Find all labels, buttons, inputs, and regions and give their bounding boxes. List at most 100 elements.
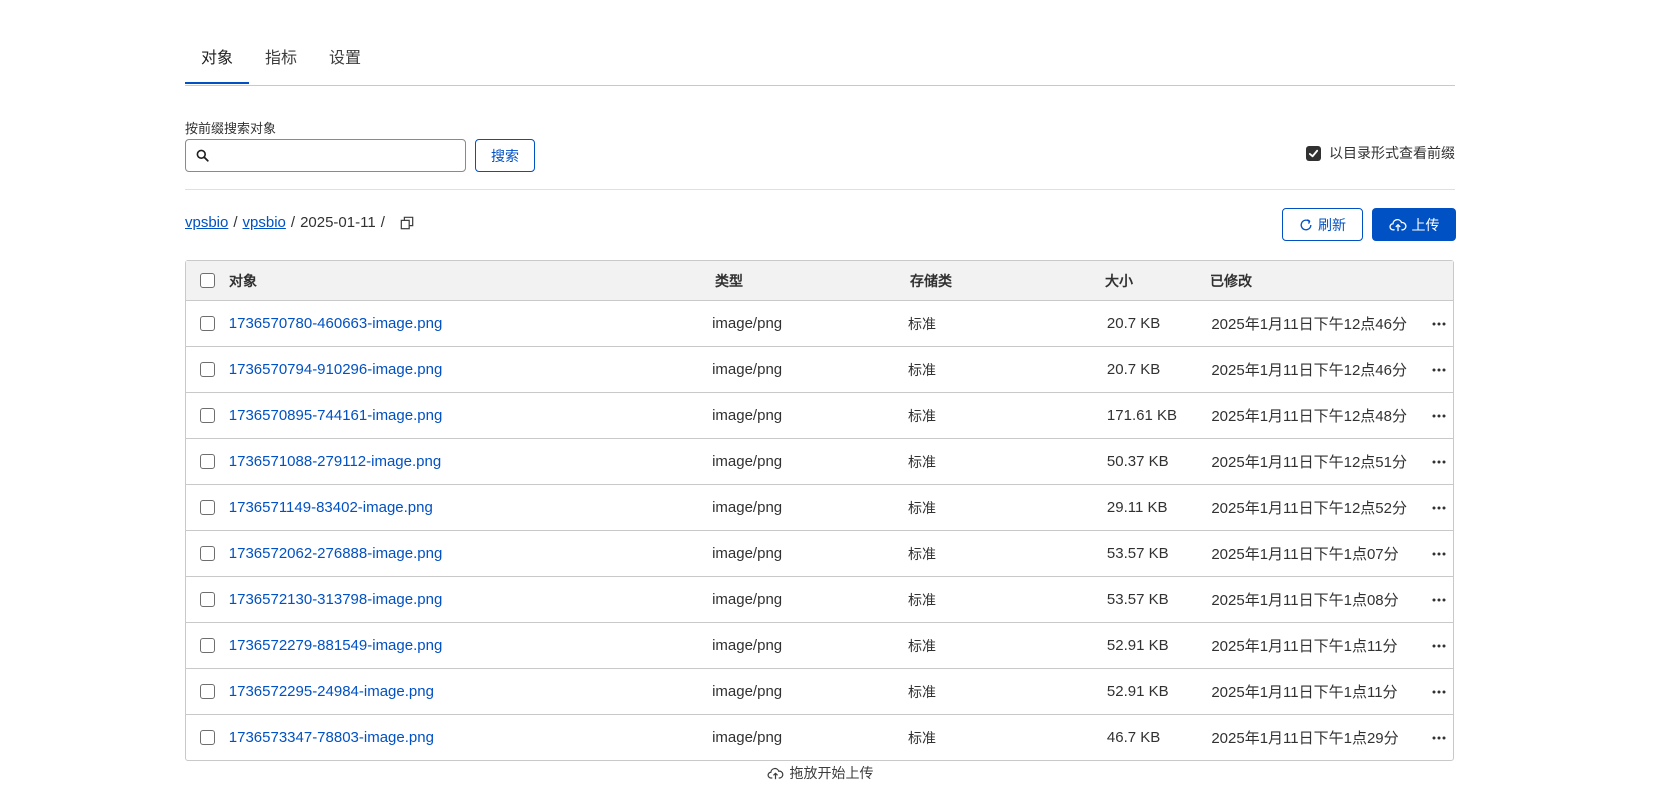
row-actions-menu[interactable] <box>1425 414 1453 418</box>
object-type: image/png <box>712 683 783 700</box>
more-horizontal-icon <box>1432 414 1446 417</box>
row-actions-menu[interactable] <box>1425 460 1453 464</box>
table-row: 1736572062-276888-image.png image/png 标准 53… <box>186 531 1453 577</box>
object-size: 53.57 KB <box>1106 545 1169 562</box>
row-checkbox[interactable] <box>199 730 215 745</box>
row-actions-menu[interactable] <box>1425 644 1453 648</box>
header-storage-class[interactable]: 存储类 <box>910 271 1105 291</box>
object-storage-class: 标准 <box>908 315 936 332</box>
tab-settings[interactable]: 设置 <box>313 44 377 84</box>
header-type[interactable]: 类型 <box>715 271 910 291</box>
row-actions-menu[interactable] <box>1425 322 1453 326</box>
object-size: 52.91 KB <box>1106 637 1169 654</box>
table-row: 1736570794-910296-image.png image/png 标准 20… <box>186 347 1453 393</box>
directory-view-checkbox[interactable] <box>1306 145 1321 161</box>
object-name-link[interactable]: 1736570780-460663-image.png <box>229 315 443 332</box>
cloud-upload-icon <box>1388 218 1406 231</box>
search-input[interactable] <box>213 140 465 171</box>
object-storage-class: 标准 <box>908 545 936 562</box>
tab-metrics[interactable]: 指标 <box>249 44 313 84</box>
header-size[interactable]: 大小 <box>1105 271 1210 291</box>
table-row: 1736570780-460663-image.png image/png 标准 20… <box>186 301 1453 347</box>
more-horizontal-icon <box>1432 322 1446 325</box>
object-name-link[interactable]: 1736573347-78803-image.png <box>229 729 434 746</box>
drop-zone-label: 拖放开始上传 <box>789 765 874 781</box>
row-checkbox[interactable] <box>199 316 215 331</box>
tab-bar: 对象 指标 设置 <box>185 44 1455 86</box>
objects-table: 对象 类型 存储类 大小 已修改 1736570780-460663-image… <box>185 260 1454 761</box>
row-actions-menu[interactable] <box>1425 736 1453 740</box>
tab-objects[interactable]: 对象 <box>185 44 250 84</box>
object-name-link[interactable]: 1736572279-881549-image.png <box>229 637 443 654</box>
object-modified: 2025年1月11日下午12点51分 <box>1211 454 1407 471</box>
breadcrumb-folder[interactable]: vpsbio <box>243 214 286 231</box>
object-size: 50.37 KB <box>1106 453 1169 470</box>
header-object[interactable]: 对象 <box>229 271 715 291</box>
breadcrumb-separator: / <box>290 214 296 231</box>
row-checkbox[interactable] <box>199 546 215 561</box>
drop-zone[interactable]: 拖放开始上传 <box>185 763 1455 783</box>
directory-view-toggle[interactable]: 以目录形式查看前缀 <box>1306 143 1455 163</box>
upload-button[interactable]: 上传 <box>1372 208 1456 241</box>
table-header: 对象 类型 存储类 大小 已修改 <box>186 261 1453 301</box>
row-actions-menu[interactable] <box>1425 506 1453 510</box>
object-type: image/png <box>712 545 783 562</box>
object-name-link[interactable]: 1736572295-24984-image.png <box>229 683 434 700</box>
table-body: 1736570780-460663-image.png image/png 标准 20… <box>186 301 1453 760</box>
breadcrumb: vpsbio / vpsbio / 2025-01-11 / <box>185 214 414 231</box>
row-checkbox[interactable] <box>199 684 215 699</box>
row-actions-menu[interactable] <box>1425 598 1453 602</box>
object-storage-class: 标准 <box>908 499 936 516</box>
copy-path-icon[interactable] <box>400 216 414 230</box>
object-name-link[interactable]: 1736570794-910296-image.png <box>229 361 443 378</box>
object-modified: 2025年1月11日下午1点29分 <box>1211 730 1399 747</box>
object-modified: 2025年1月11日下午12点48分 <box>1211 408 1407 425</box>
row-checkbox[interactable] <box>199 362 215 377</box>
cloud-upload-icon <box>767 767 783 779</box>
section-divider <box>185 189 1455 190</box>
object-name-link[interactable]: 1736572130-313798-image.png <box>229 591 443 608</box>
object-type: image/png <box>712 407 783 424</box>
row-checkbox[interactable] <box>199 408 215 423</box>
object-size: 20.7 KB <box>1106 315 1161 332</box>
object-modified: 2025年1月11日下午12点46分 <box>1211 362 1407 379</box>
object-name-link[interactable]: 1736571149-83402-image.png <box>229 499 433 516</box>
object-storage-class: 标准 <box>908 683 936 700</box>
directory-view-label: 以目录形式查看前缀 <box>1329 145 1455 161</box>
object-size: 29.11 KB <box>1106 499 1168 516</box>
object-storage-class: 标准 <box>908 361 936 378</box>
object-name-link[interactable]: 1736570895-744161-image.png <box>229 407 443 424</box>
table-row: 1736573347-78803-image.png image/png 标准 46.… <box>186 715 1453 760</box>
object-size: 46.7 KB <box>1106 729 1161 746</box>
row-checkbox[interactable] <box>199 500 215 515</box>
object-type: image/png <box>712 499 783 516</box>
more-horizontal-icon <box>1432 368 1446 371</box>
row-actions-menu[interactable] <box>1425 368 1453 372</box>
object-size: 171.61 KB <box>1106 407 1177 424</box>
refresh-button[interactable]: 刷新 <box>1282 208 1363 241</box>
row-checkbox[interactable] <box>199 592 215 607</box>
header-modified[interactable]: 已修改 <box>1210 271 1425 291</box>
object-size: 53.57 KB <box>1106 591 1169 608</box>
row-actions-menu[interactable] <box>1425 690 1453 694</box>
object-name-link[interactable]: 1736571088-279112-image.png <box>229 453 441 470</box>
row-checkbox[interactable] <box>199 454 215 469</box>
more-horizontal-icon <box>1432 460 1446 463</box>
object-name-link[interactable]: 1736572062-276888-image.png <box>229 545 443 562</box>
breadcrumb-bucket[interactable]: vpsbio <box>185 214 228 231</box>
object-size: 20.7 KB <box>1106 361 1161 378</box>
table-row: 1736572295-24984-image.png image/png 标准 52.… <box>186 669 1453 715</box>
row-actions-menu[interactable] <box>1425 552 1453 556</box>
object-storage-class: 标准 <box>908 407 936 424</box>
breadcrumb-separator: / <box>233 214 238 231</box>
search-field[interactable] <box>185 139 466 172</box>
select-all-checkbox[interactable] <box>200 273 215 288</box>
object-storage-class: 标准 <box>908 453 936 470</box>
table-row: 1736570895-744161-image.png image/png 标准 17… <box>186 393 1453 439</box>
table-row: 1736572279-881549-image.png image/png 标准 52… <box>186 623 1453 669</box>
row-checkbox[interactable] <box>199 638 215 653</box>
object-storage-class: 标准 <box>908 637 936 654</box>
more-horizontal-icon <box>1432 598 1446 601</box>
object-storage-class: 标准 <box>908 729 936 746</box>
search-button[interactable]: 搜索 <box>475 139 535 172</box>
